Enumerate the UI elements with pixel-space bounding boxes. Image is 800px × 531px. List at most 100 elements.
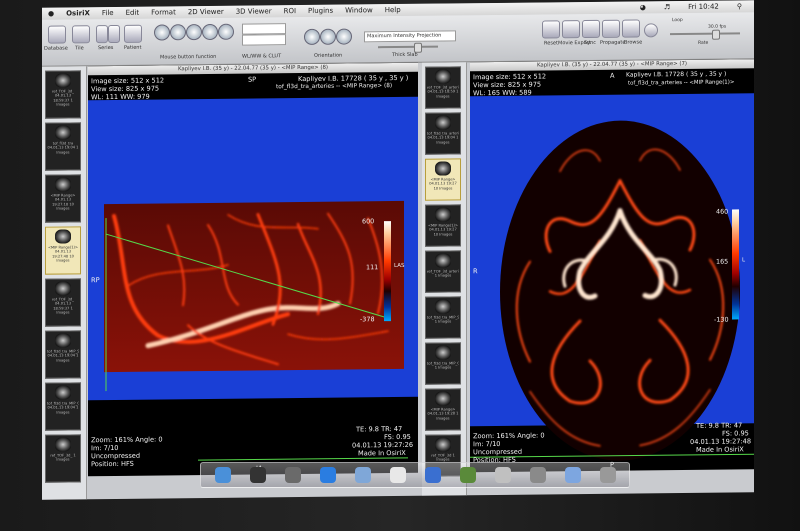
sync-button[interactable] bbox=[582, 19, 600, 39]
right-color-bar bbox=[732, 209, 739, 320]
right-mip-viewer[interactable]: Kapliyev I.B. (35 y) - 22.04.77 (35 y) -… bbox=[470, 59, 754, 473]
series-thumbnail[interactable]: <MIP Range> 04.01.13 19:28 1 Images bbox=[425, 388, 461, 431]
right-cb-mid: 165 bbox=[716, 257, 729, 266]
tile-button[interactable] bbox=[72, 25, 90, 44]
series-thumbnail[interactable]: ref_TOF_3d_ 1 Images bbox=[45, 434, 81, 483]
series-thumbnail[interactable]: ref_TOF_3d_arteries 1 Images bbox=[425, 250, 461, 293]
menu-help[interactable]: Help bbox=[385, 6, 401, 14]
left-series-browser[interactable]: ref_TOF_3d_ 04.01.13 18:59:37 1 Images to… bbox=[42, 66, 87, 500]
series-caption: ref_TOF_3d_ 04.01.13 18:59:37 1 Images bbox=[52, 297, 74, 315]
orientation-sagittal-icon[interactable] bbox=[336, 28, 352, 45]
menu-3d-viewer[interactable]: 3D Viewer bbox=[236, 7, 272, 15]
zoom-tool-icon[interactable] bbox=[186, 24, 202, 41]
propagate-button[interactable] bbox=[602, 19, 620, 38]
series-preview-image bbox=[55, 229, 71, 244]
browse-button[interactable] bbox=[622, 19, 640, 38]
menu-edit[interactable]: Edit bbox=[126, 9, 140, 17]
series-preview-image bbox=[435, 345, 451, 360]
orientation-coronal-icon[interactable] bbox=[320, 28, 336, 45]
menu-window[interactable]: Window bbox=[345, 6, 373, 14]
series-thumbnail[interactable]: tof_fl3d_tra_arteries 04.01.13 19:04 1 I… bbox=[425, 112, 461, 155]
iphoto-icon[interactable] bbox=[459, 467, 476, 483]
spotlight-icon[interactable]: ⚲ bbox=[737, 2, 742, 10]
rate-label: Rate bbox=[698, 40, 709, 46]
series-preview-image bbox=[435, 115, 451, 130]
clut-select[interactable] bbox=[242, 34, 286, 46]
series-thumbnail[interactable]: <MIP Range> 04.01.13 19:27 10 Images bbox=[425, 158, 461, 201]
trash-icon[interactable] bbox=[599, 467, 616, 483]
series-caption: <MIP Range> 04.01.13 19:27:18 10 Images bbox=[50, 193, 76, 211]
series-thumbnail[interactable]: <MIP Range> 04.01.13 19:27:18 10 Images bbox=[45, 174, 81, 223]
loop-label: Loop bbox=[672, 18, 683, 24]
dashboard-icon[interactable] bbox=[249, 467, 266, 483]
series-prev-button[interactable] bbox=[96, 25, 108, 44]
rotate-tool-icon[interactable] bbox=[202, 23, 218, 41]
left-orient-left: RP bbox=[91, 276, 100, 285]
left-mip-viewer[interactable]: Kapliyev I.B. (35 y) - 22.04.77 (35 y) -… bbox=[88, 62, 418, 477]
thick-slab-mode-select[interactable]: Maximum Intensity Projection bbox=[364, 30, 456, 43]
left-made-in: Made In OsiriX bbox=[358, 448, 406, 458]
mail-icon[interactable] bbox=[354, 467, 371, 483]
series-thumbnail[interactable]: ref_TOF_3d_ 04.01.13 18:59:37 1 Images bbox=[45, 278, 81, 327]
menu-file[interactable]: File bbox=[102, 9, 114, 17]
menu-roi[interactable]: ROI bbox=[284, 7, 296, 15]
series-thumbnail[interactable]: <MIP Range(1)> 04.01.13 19:27 10 Images bbox=[425, 204, 461, 247]
folder-icon[interactable] bbox=[564, 467, 581, 483]
series-preview-image bbox=[435, 207, 451, 222]
patient-button[interactable] bbox=[124, 24, 142, 43]
menu-2d-viewer[interactable]: 2D Viewer bbox=[188, 8, 224, 16]
wlww-select[interactable] bbox=[242, 23, 286, 35]
ical-icon[interactable] bbox=[389, 467, 406, 483]
orientation-axial-icon[interactable] bbox=[304, 28, 320, 45]
series-caption: <MIP Range(1)> 04.01.13 19:27 10 Images bbox=[428, 223, 458, 237]
launchpad-icon[interactable] bbox=[284, 467, 301, 483]
scroll-tool-icon[interactable] bbox=[218, 23, 234, 40]
series-preview-image bbox=[435, 69, 451, 84]
series-caption: tof_fl3d_tra_MIP_COR 04.01.13 19:04 1 Im… bbox=[47, 401, 79, 415]
series-preview-image bbox=[435, 161, 451, 176]
database-button[interactable] bbox=[48, 25, 66, 44]
series-preview-image bbox=[55, 73, 71, 88]
series-preview-image bbox=[55, 333, 71, 348]
menu-plugins[interactable]: Plugins bbox=[308, 7, 333, 15]
menu-format[interactable]: Format bbox=[151, 8, 176, 16]
movie-export-button[interactable] bbox=[562, 20, 580, 39]
play-button[interactable] bbox=[644, 23, 658, 38]
osirix-icon[interactable] bbox=[494, 467, 511, 483]
right-wl-ww: WL: 165 WW: 589 bbox=[473, 88, 532, 98]
series-caption: <MIP Range(1)> 04.01.13 19:27:48 10 Imag… bbox=[48, 245, 78, 263]
left-cb-min: -378 bbox=[360, 315, 375, 324]
wifi-icon[interactable]: ◕ bbox=[640, 3, 646, 11]
menu-clock[interactable]: Fri 10:42 bbox=[688, 3, 719, 11]
wl-tool-icon[interactable] bbox=[154, 24, 170, 41]
finder-icon[interactable] bbox=[214, 467, 231, 483]
reset-button[interactable] bbox=[542, 20, 560, 39]
menu-app-name[interactable]: OsiriX bbox=[66, 9, 90, 17]
left-wl-ww: WL: 111 WW: 979 bbox=[91, 92, 150, 102]
reset-label: Reset bbox=[544, 40, 558, 47]
series-thumbnail[interactable]: ref_TOF_3d_arteries 04.01.13 18:59 1 Ima… bbox=[425, 66, 461, 109]
right-cb-side: L bbox=[742, 257, 746, 264]
right-series-browser[interactable]: ref_TOF_3d_arteries 04.01.13 18:59 1 Ima… bbox=[422, 62, 467, 496]
series-thumbnail[interactable]: tof_fl3d_tra_MIP_COR 04.01.13 19:04 1 Im… bbox=[45, 382, 81, 431]
itunes-icon[interactable] bbox=[424, 467, 441, 483]
series-preview-image bbox=[55, 385, 71, 400]
apple-icon[interactable]: ● bbox=[48, 10, 54, 18]
thick-slab-slider[interactable] bbox=[378, 45, 438, 49]
series-thumbnail[interactable]: ref_TOF_3d_ 04.01.13 18:59:37 1 Images bbox=[45, 70, 81, 119]
series-thumbnail[interactable]: <MIP Range(1)> 04.01.13 19:27:48 10 Imag… bbox=[45, 226, 81, 275]
preferences-icon[interactable] bbox=[529, 467, 546, 483]
volume-icon[interactable]: ♬ bbox=[664, 3, 670, 11]
rate-slider[interactable] bbox=[670, 32, 740, 36]
right-orient-top: A bbox=[610, 71, 615, 80]
series-thumbnail[interactable]: tof_fl3d_tra_MIP_SAG 04.01.13 19:04 1 Im… bbox=[45, 330, 81, 379]
series-thumbnail[interactable]: tof_fl3d_tra 04.01.13 19:04 1 Images bbox=[45, 122, 81, 171]
safari-icon[interactable] bbox=[319, 467, 336, 483]
wlww-clut-label: WL/WW & CLUT bbox=[242, 53, 282, 60]
left-protocol: tof_fl3d_tra_arteries -- <MIP Range> (8) bbox=[276, 83, 393, 91]
series-caption: ref_TOF_3d_ 1 Images bbox=[50, 453, 76, 462]
series-next-button[interactable] bbox=[108, 24, 120, 44]
series-thumbnail[interactable]: tof_fl3d_tra_MIP_COR 1 Images bbox=[425, 342, 461, 385]
move-tool-icon[interactable] bbox=[170, 24, 186, 41]
series-thumbnail[interactable]: tof_fl3d_tra_MIP_SAG 1 Images bbox=[425, 296, 461, 339]
